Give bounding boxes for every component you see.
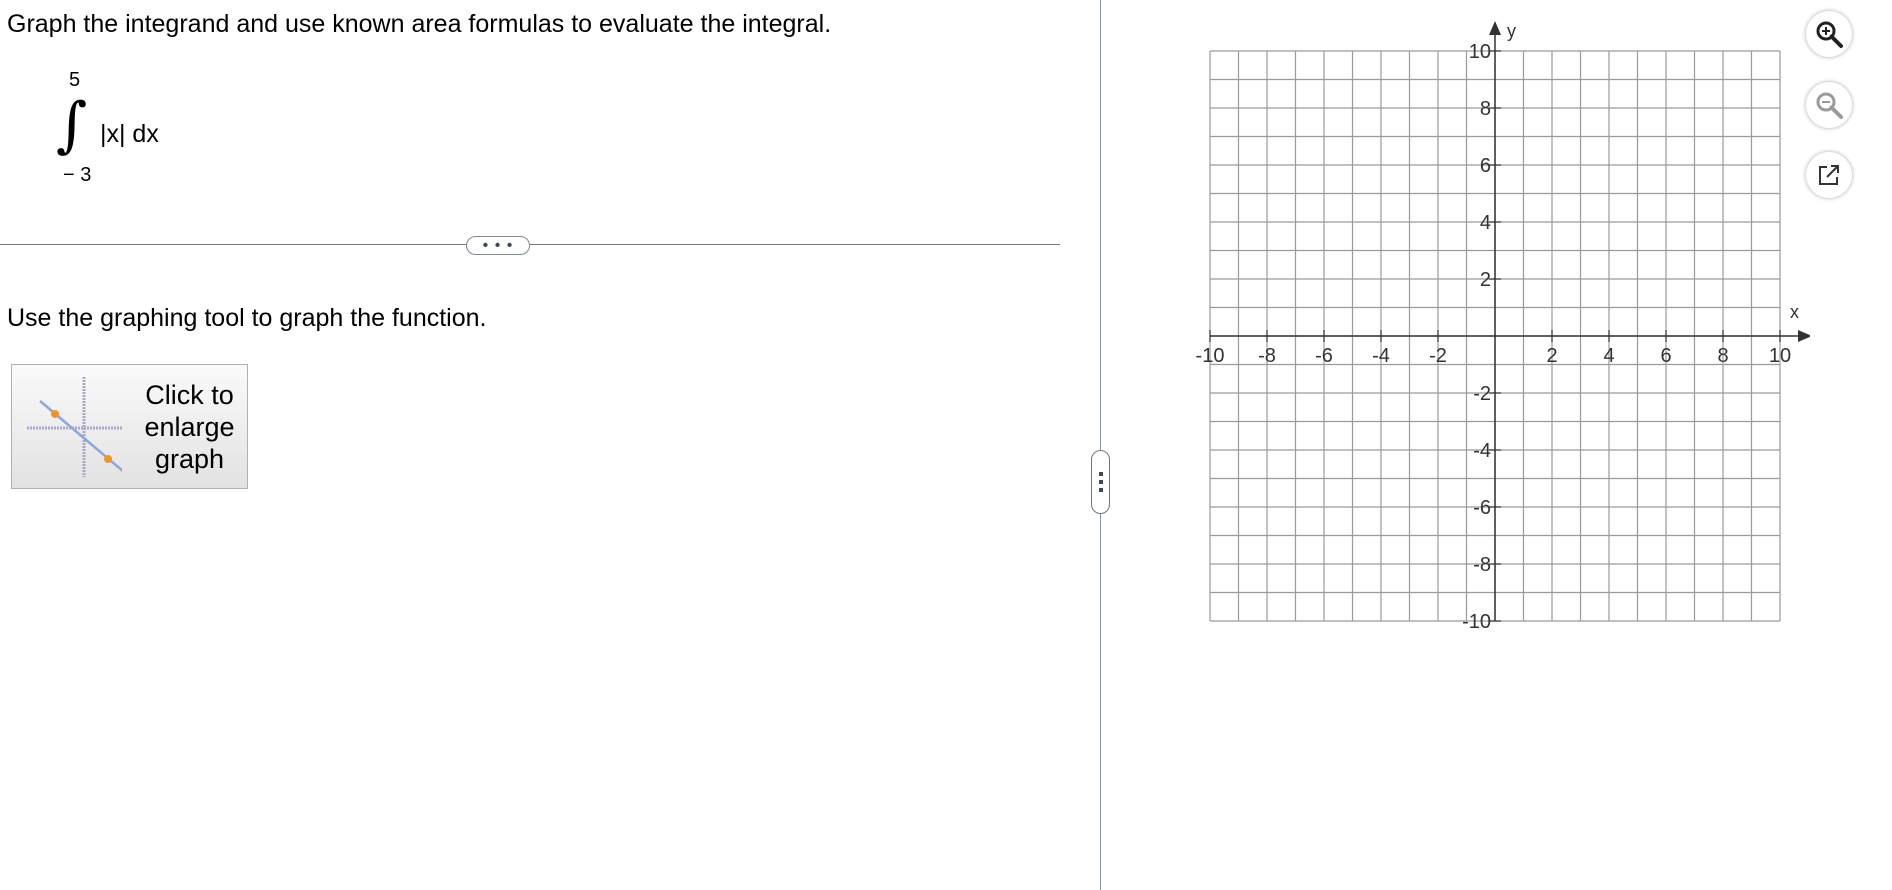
integral-sign: ∫ xyxy=(56,90,88,160)
graph-thumbnail-icon xyxy=(27,377,122,477)
question-pane: Graph the integrand and use known area f… xyxy=(0,0,1100,890)
section-divider xyxy=(0,244,1060,245)
enlarge-graph-label: Click to enlarge graph xyxy=(144,380,235,474)
y-tick-label: -10 xyxy=(1462,611,1491,630)
question-text: Graph the integrand and use known area f… xyxy=(7,10,832,38)
integral-upper-limit: 5 xyxy=(69,69,81,91)
y-tick-label: -6 xyxy=(1473,497,1491,519)
y-tick-label: -8 xyxy=(1473,554,1491,576)
y-tick-label: -2 xyxy=(1473,383,1491,405)
x-tick-label: -10 xyxy=(1196,345,1225,367)
x-axis-arrow xyxy=(1798,330,1810,342)
y-tick-label: 2 xyxy=(1480,269,1491,291)
zoom-out-button[interactable] xyxy=(1806,82,1852,128)
x-tick-label: 4 xyxy=(1603,345,1614,367)
instruction-text: Use the graphing tool to graph the funct… xyxy=(7,304,487,332)
zoom-in-icon xyxy=(1816,21,1843,48)
y-tick-label: 8 xyxy=(1480,98,1491,120)
y-tick-label: -4 xyxy=(1473,440,1491,462)
y-axis-label: y xyxy=(1507,21,1516,41)
x-tick-label: -2 xyxy=(1429,345,1447,367)
x-axis-label: x xyxy=(1790,302,1799,322)
pane-splitter xyxy=(1100,0,1101,890)
enlarge-graph-button[interactable]: Click to enlarge graph xyxy=(11,364,248,489)
external-link-icon xyxy=(1819,165,1839,185)
integrand: |x| dx xyxy=(100,120,159,148)
zoom-out-icon xyxy=(1816,92,1843,119)
x-tick-label: 8 xyxy=(1717,345,1728,367)
x-tick-label: -4 xyxy=(1372,345,1390,367)
popout-button[interactable] xyxy=(1806,152,1852,198)
x-tick-label: -6 xyxy=(1315,345,1333,367)
expand-question-button[interactable]: • • • xyxy=(466,236,530,255)
y-tick-label: 10 xyxy=(1469,41,1491,63)
zoom-in-button[interactable] xyxy=(1806,11,1852,57)
y-axis-arrow xyxy=(1489,21,1501,35)
x-tick-label: 2 xyxy=(1546,345,1557,367)
x-tick-label: -8 xyxy=(1258,345,1276,367)
x-tick-label: 6 xyxy=(1660,345,1671,367)
y-tick-label: 4 xyxy=(1480,212,1491,234)
x-tick-label: 10 xyxy=(1769,345,1791,367)
pane-resize-handle[interactable] xyxy=(1091,450,1110,514)
y-tick-label: 6 xyxy=(1480,155,1491,177)
graphing-tool-canvas[interactable]: -10 -8 -6 -4 -2 2 4 6 8 10 10 8 6 4 2 -2 -4 -6 -8 -10 x y xyxy=(1160,10,1810,630)
integral-lower-limit: − 3 xyxy=(63,164,92,186)
